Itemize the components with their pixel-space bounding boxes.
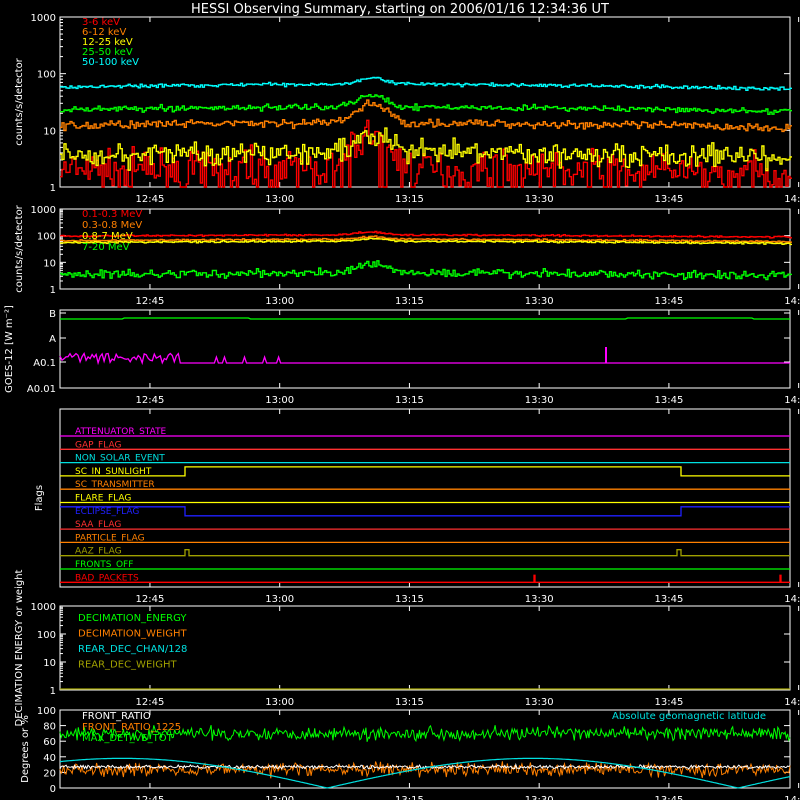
decimation-legend-entry: DECIMATION_WEIGHT <box>78 629 187 640</box>
goes-x-tick-label: 14:00 <box>784 395 800 406</box>
goes-x-tick-label: 12:45 <box>136 395 165 406</box>
decimation-y-tick-label: 1 <box>50 686 56 697</box>
flags-ylabel: Flags <box>34 485 45 511</box>
lo-energy-x-tick-label: 12:45 <box>136 194 165 205</box>
ratios-y-tick-label: 100 <box>37 706 56 717</box>
decimation-y-tick-label: 1000 <box>31 602 56 613</box>
lo-energy-y-tick-label: 1 <box>50 183 56 194</box>
goes-x-tick-label: 13:45 <box>654 395 683 406</box>
decimation-x-tick-label: 12:45 <box>136 697 165 708</box>
decimation-legend-entry: REAR_DEC_WEIGHT <box>78 660 177 671</box>
hi-energy-legend-entry: 0.3-0.8 MeV <box>82 220 142 231</box>
decimation-x-tick-label: 13:45 <box>654 697 683 708</box>
hi-energy-x-tick-label: 13:30 <box>525 296 554 307</box>
lo-energy-ylabel: counts/s/detector <box>14 57 25 145</box>
observing-summary-figure: HESSI Observing Summary, starting on 200… <box>0 0 800 800</box>
hi-energy-x-tick-label: 13:00 <box>265 296 294 307</box>
hi-energy-x-tick-label: 13:45 <box>654 296 683 307</box>
ratios-x-tick-label: 13:15 <box>395 795 424 800</box>
hi-energy-y-tick-label: 10 <box>43 258 56 269</box>
goes-y-tick-label: A0.1 <box>33 358 56 369</box>
ratios-ylabel: Degrees or % <box>20 715 31 783</box>
ratios-legend-entry: Absolute geomagnetic latitude <box>612 711 766 722</box>
goes-y-tick-label: A0.01 <box>27 384 56 395</box>
lo-energy-x-tick-label: 13:30 <box>525 194 554 205</box>
lo-energy-x-tick-label: 13:45 <box>654 194 683 205</box>
lo-energy-y-tick-label: 1000 <box>31 13 56 24</box>
hi-energy-y-tick-label: 1 <box>50 285 56 296</box>
flags-x-tick-label: 13:45 <box>654 594 683 605</box>
ratios-x-tick-label: 12:45 <box>136 795 165 800</box>
hi-energy-y-tick-label: 100 <box>37 232 56 243</box>
decimation-x-tick-label: 13:15 <box>395 697 424 708</box>
flags-x-tick-label: 14:00 <box>784 594 800 605</box>
figure-title: HESSI Observing Summary, starting on 200… <box>191 2 609 17</box>
ratios-y-tick-label: 0 <box>50 784 56 795</box>
decimation-y-tick-label: 10 <box>43 658 56 669</box>
ratios-x-tick-label: 14:00 <box>784 795 800 800</box>
lo-energy-x-tick-label: 13:00 <box>265 194 294 205</box>
decimation-legend-entry: REAR_DEC_CHAN/128 <box>78 644 187 655</box>
decimation-legend-entry: DECIMATION_ENERGY <box>78 613 187 624</box>
decimation-y-tick-label: 100 <box>37 630 56 641</box>
hi-energy-x-tick-label: 12:45 <box>136 296 165 307</box>
ratios-y-tick-label: 40 <box>43 753 56 764</box>
flags-flag-label: ECLIPSE_FLAG <box>75 507 139 517</box>
hi-energy-x-tick-label: 13:15 <box>395 296 424 307</box>
flags-x-tick-label: 13:00 <box>265 594 294 605</box>
ratios-legend-entry: MAX_DET_VS_TOT <box>82 733 174 744</box>
ratios-x-tick-label: 13:45 <box>654 795 683 800</box>
ratios-y-tick-label: 80 <box>43 722 56 733</box>
lo-energy-legend-entry: 50-100 keV <box>82 57 139 68</box>
lo-energy-y-tick-label: 10 <box>43 126 56 137</box>
hi-energy-x-tick-label: 14:00 <box>784 296 800 307</box>
ratios-legend-entry: FRONT_RATIO_1225 <box>82 722 181 733</box>
ratios-legend-entry: FRONT_RATIO <box>82 711 151 722</box>
ratios-y-tick-label: 20 <box>43 768 56 779</box>
lo-energy-x-tick-label: 14:00 <box>784 194 800 205</box>
flags-x-tick-label: 13:15 <box>395 594 424 605</box>
flags-x-tick-label: 12:45 <box>136 594 165 605</box>
hi-energy-legend-entry: 7-20 MeV <box>82 242 130 253</box>
ratios-x-tick-label: 13:30 <box>525 795 554 800</box>
decimation-x-tick-label: 13:00 <box>265 697 294 708</box>
goes-y-tick-label: B <box>49 309 56 320</box>
goes-x-tick-label: 13:15 <box>395 395 424 406</box>
ratios-x-tick-label: 13:00 <box>265 795 294 800</box>
goes-ylabel: GOES-12 [W m⁻²] <box>4 305 15 393</box>
hi-energy-ylabel: counts/s/detector <box>14 204 25 292</box>
goes-x-tick-label: 13:00 <box>265 395 294 406</box>
decimation-ylabel: DECIMATION ENERGY or weight <box>14 569 25 726</box>
lo-energy-y-tick-label: 100 <box>37 70 56 81</box>
flags-x-tick-label: 13:30 <box>525 594 554 605</box>
lo-energy-x-tick-label: 13:15 <box>395 194 424 205</box>
hi-energy-legend-entry: 0.1-0.3 MeV <box>82 209 142 220</box>
goes-x-tick-label: 13:30 <box>525 395 554 406</box>
hi-energy-y-tick-label: 1000 <box>31 205 56 216</box>
hi-energy-legend-entry: 0.8-7 MeV <box>82 231 133 242</box>
decimation-x-tick-label: 13:30 <box>525 697 554 708</box>
decimation-x-tick-label: 14:00 <box>784 697 800 708</box>
ratios-y-tick-label: 60 <box>43 737 56 748</box>
goes-y-tick-label: A <box>49 334 56 345</box>
